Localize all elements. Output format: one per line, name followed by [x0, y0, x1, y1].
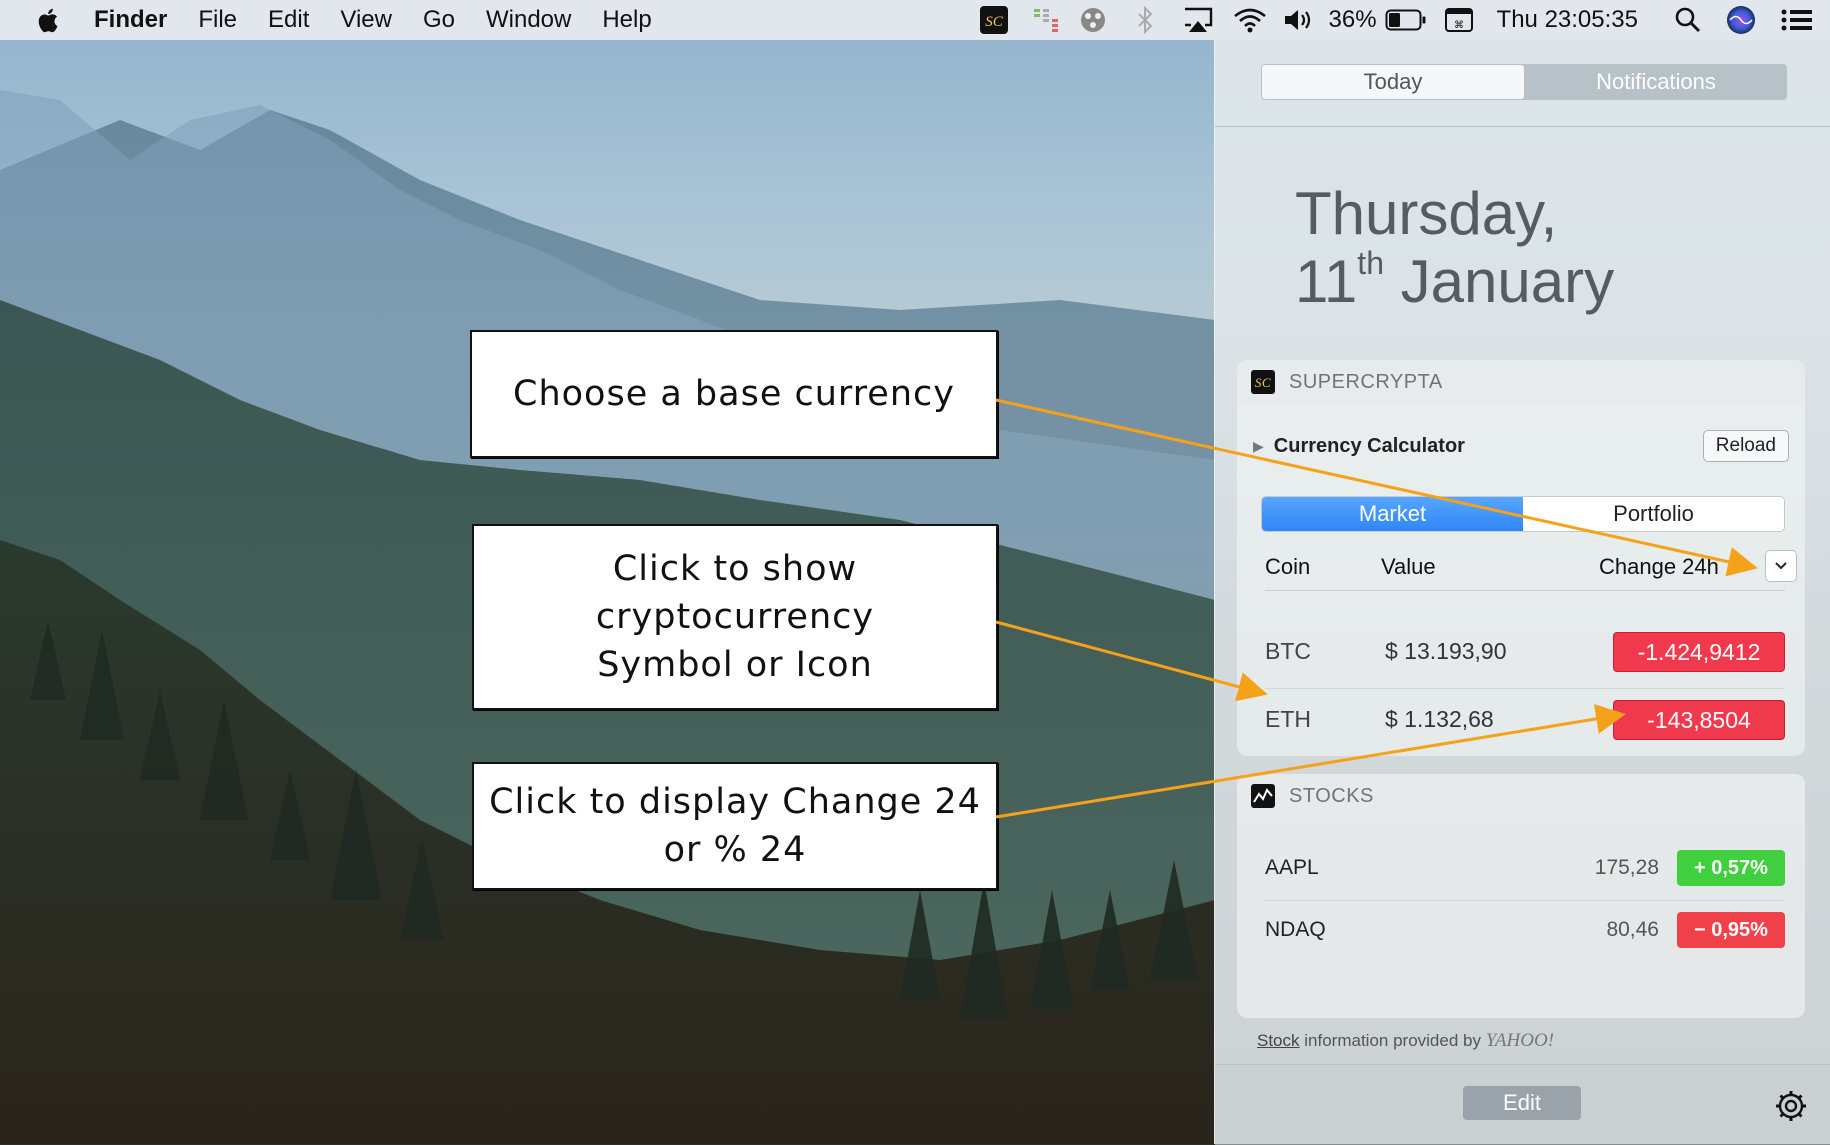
stocks-bar-icon[interactable]	[1031, 0, 1061, 40]
today-date: Thursday, 11th January	[1295, 180, 1614, 316]
svg-text:SC: SC	[1255, 375, 1271, 390]
column-coin[interactable]: Coin	[1265, 554, 1310, 580]
callout-base-currency: Choose a base currency	[470, 330, 998, 458]
menubar-clock[interactable]: Thu 23:05:35	[1497, 6, 1638, 34]
table-row: ETH $ 1.132,68 -143,8504	[1265, 692, 1785, 748]
coin-change-badge[interactable]: -143,8504	[1613, 700, 1785, 740]
svg-text:⌘: ⌘	[1454, 20, 1464, 31]
menu-help[interactable]: Help	[602, 6, 651, 34]
stock-credit: Stock information provided by YAHOO!	[1257, 1030, 1554, 1052]
siri-icon[interactable]	[1726, 0, 1756, 40]
row-divider	[1265, 900, 1785, 901]
dots-icon[interactable]	[1079, 0, 1107, 40]
menu-window[interactable]: Window	[486, 6, 571, 34]
date-day-suffix: th	[1357, 245, 1384, 281]
supercrypta-header: SC SUPERCRYPTA	[1237, 360, 1805, 404]
callout-change-mode: Click to display Change 24 or % 24	[472, 762, 998, 890]
callout-symbol-or-icon: Click to show cryptocurrency Symbol or I…	[472, 524, 998, 710]
reload-button[interactable]: Reload	[1702, 430, 1789, 462]
chevron-down-icon	[1775, 562, 1787, 570]
callout-change-line: or % 24	[663, 830, 807, 870]
coin-value: $ 1.132,68	[1385, 706, 1494, 732]
stock-change-badge[interactable]: + 0,57%	[1677, 850, 1785, 886]
menu-bar: Finder File Edit View Go Window Help SC …	[0, 0, 1830, 40]
supercrypta-title: SUPERCRYPTA	[1289, 370, 1443, 393]
callout-change-line: Click to display Change 24	[489, 782, 981, 822]
tabs-divider	[1215, 126, 1830, 127]
list-item[interactable]: NDAQ 80,46 − 0,95%	[1265, 910, 1785, 950]
coin-symbol[interactable]: ETH	[1265, 706, 1311, 733]
supercrypta-widget: SC SUPERCRYPTA ▶ Currency Calculator Rel…	[1237, 360, 1805, 756]
apple-menu-icon[interactable]	[34, 5, 64, 35]
stocks-widget: STOCKS AAPL 175,28 + 0,57% NDAQ 80,46 − …	[1237, 774, 1805, 1018]
header-divider	[1265, 590, 1785, 591]
coin-change-badge[interactable]: -1.424,9412	[1613, 632, 1785, 672]
supercrypta-icon[interactable]: SC	[979, 0, 1009, 40]
list-item[interactable]: AAPL 175,28 + 0,57%	[1265, 848, 1785, 888]
stock-change-badge[interactable]: − 0,95%	[1677, 912, 1785, 948]
date-day-month: 11th January	[1295, 245, 1615, 316]
airplay-icon[interactable]	[1181, 0, 1215, 40]
notification-center-panel: Today Notifications Thursday, 11th Janua…	[1214, 40, 1830, 1145]
date-weekday: Thursday,	[1295, 180, 1558, 247]
table-row: BTC $ 13.193,90 -1.424,9412	[1265, 624, 1785, 680]
stocks-logo-icon	[1251, 784, 1275, 808]
stock-symbol: AAPL	[1265, 856, 1319, 879]
callout-symbol-line: Click to show	[612, 549, 858, 589]
tab-today[interactable]: Today	[1262, 65, 1524, 99]
stock-symbol: NDAQ	[1265, 918, 1326, 941]
stock-credit-text: information provided by	[1299, 1031, 1486, 1050]
keyboard-icon[interactable]: ⌘	[1443, 0, 1475, 40]
stock-price: 175,28	[1594, 856, 1659, 879]
tab-notifications[interactable]: Notifications	[1525, 64, 1787, 100]
currency-calculator-row: ▶ Currency Calculator Reload	[1253, 426, 1789, 466]
yahoo-logo: YAHOO!	[1485, 1030, 1555, 1051]
stock-price: 80,46	[1606, 918, 1659, 941]
notification-center-tabs: Today Notifications	[1261, 64, 1787, 100]
coin-table-header: Coin Value Change 24h	[1265, 548, 1797, 588]
menu-finder[interactable]: Finder	[94, 6, 167, 34]
disclosure-triangle-icon[interactable]: ▶	[1253, 438, 1264, 455]
base-currency-dropdown[interactable]	[1765, 550, 1797, 582]
date-day: 11	[1295, 248, 1358, 315]
row-divider	[1265, 688, 1785, 689]
segment-portfolio[interactable]: Portfolio	[1523, 497, 1784, 531]
column-change[interactable]: Change 24h	[1599, 554, 1719, 580]
column-value: Value	[1381, 554, 1436, 579]
market-portfolio-segmented-control: Market Portfolio	[1261, 496, 1785, 532]
menu-file[interactable]: File	[198, 6, 237, 34]
currency-calculator-toggle[interactable]: Currency Calculator	[1274, 435, 1465, 458]
battery-percent[interactable]: 36%	[1329, 6, 1377, 34]
notification-center-icon[interactable]	[1780, 0, 1814, 40]
stocks-header: STOCKS	[1237, 774, 1805, 818]
menu-go[interactable]: Go	[423, 6, 455, 34]
volume-icon[interactable]	[1283, 0, 1317, 40]
date-month: January	[1400, 248, 1615, 315]
stock-credit-link[interactable]: Stock	[1257, 1031, 1300, 1050]
spotlight-search-icon[interactable]	[1674, 0, 1702, 40]
menu-view[interactable]: View	[340, 6, 392, 34]
edit-button[interactable]: Edit	[1463, 1086, 1581, 1120]
gear-icon[interactable]	[1775, 1090, 1807, 1122]
svg-text:SC: SC	[985, 14, 1004, 30]
callout-symbol-line: Symbol or Icon	[597, 645, 873, 685]
coin-value: $ 13.193,90	[1385, 638, 1507, 664]
segment-market[interactable]: Market	[1262, 497, 1523, 531]
supercrypta-logo-icon: SC	[1251, 370, 1275, 394]
wifi-icon[interactable]	[1233, 0, 1267, 40]
battery-icon[interactable]	[1385, 0, 1427, 40]
stocks-title: STOCKS	[1289, 784, 1374, 807]
menu-edit[interactable]: Edit	[268, 6, 309, 34]
callout-symbol-line: cryptocurrency	[595, 597, 875, 637]
bluetooth-icon[interactable]	[1133, 0, 1157, 40]
callout-base-currency-text: Choose a base currency	[513, 374, 955, 414]
coin-symbol[interactable]: BTC	[1265, 638, 1311, 665]
